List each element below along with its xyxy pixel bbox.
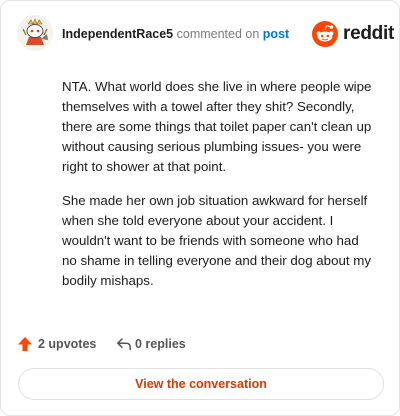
upvote-arrow-icon [18, 337, 32, 351]
post-link[interactable]: post [263, 27, 289, 41]
action-text: commented on [176, 27, 260, 41]
comment-card: IndependentRace5 commented on post reddi… [0, 0, 400, 416]
username-link[interactable]: IndependentRace5 [62, 27, 173, 41]
user-avatar[interactable] [17, 15, 53, 51]
reddit-wordmark: reddit [343, 23, 394, 44]
reddit-logo-icon [312, 21, 338, 47]
view-conversation-button[interactable]: View the conversation [18, 368, 384, 400]
snoo-avatar-icon [17, 15, 53, 51]
comment-body: NTA. What world does she live in where p… [62, 77, 372, 305]
comment-paragraph: NTA. What world does she live in where p… [62, 79, 372, 174]
upvotes-label: 2 upvotes [38, 337, 97, 351]
comment-paragraph: She made her own job situation awkward f… [62, 193, 371, 288]
comment-header: IndependentRace5 commented on post reddi… [1, 1, 399, 65]
reply-arrow-icon [117, 338, 131, 351]
comment-byline: IndependentRace5 commented on post [62, 27, 289, 41]
replies-label: 0 replies [135, 337, 186, 351]
reply-count[interactable]: 0 replies [116, 334, 206, 354]
upvote-count[interactable]: 2 upvotes [17, 334, 107, 354]
